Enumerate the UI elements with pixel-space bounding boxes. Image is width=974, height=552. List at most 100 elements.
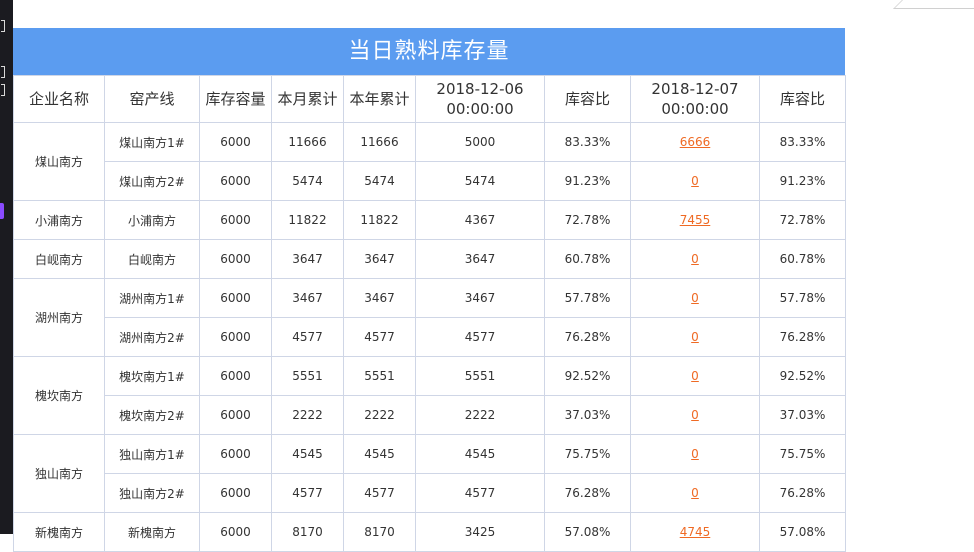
table-row: 独山南方 独山南方1# 6000 4545 4545 4545 75.75% 0 75.75% bbox=[13, 434, 846, 513]
table-row: 槐坎南方2# 6000 2222 2222 2222 37.03% 0 37.03% bbox=[14, 395, 846, 435]
date-2-value-link[interactable]: 0 bbox=[691, 447, 699, 461]
table-row: 煤山南方 煤山南方1# 6000 11666 11666 5000 83.33% 6666 83… bbox=[13, 122, 846, 201]
date-2-value-link[interactable]: 0 bbox=[691, 252, 699, 266]
sidebar-active-indicator[interactable] bbox=[0, 203, 4, 219]
date-2-value-link[interactable]: 0 bbox=[691, 369, 699, 383]
ratio-1-cell: 76.28% bbox=[544, 317, 631, 357]
kiln-line-cell: 煤山南方1# bbox=[104, 122, 200, 162]
capacity-cell: 6000 bbox=[199, 278, 272, 318]
capacity-cell: 6000 bbox=[199, 356, 272, 396]
inventory-report: 当日熟料库存量 企业名称 窑产线 库存容量 本月累计 本年累计 2018-12-… bbox=[13, 28, 846, 552]
capacity-cell: 6000 bbox=[199, 473, 272, 513]
ratio-2-cell: 76.28% bbox=[759, 473, 846, 513]
ratio-2-cell: 92.52% bbox=[759, 356, 846, 396]
date-2-value-link[interactable]: 4745 bbox=[680, 525, 711, 539]
company-name-cell: 湖州南方 bbox=[13, 278, 105, 357]
date-2-value-link[interactable]: 0 bbox=[691, 330, 699, 344]
month-total-cell: 4577 bbox=[271, 473, 344, 513]
date-1-value-cell: 5000 bbox=[415, 122, 545, 162]
ratio-1-cell: 60.78% bbox=[544, 239, 631, 279]
date-2-value-cell: 0 bbox=[630, 278, 760, 318]
ratio-2-cell: 57.08% bbox=[759, 512, 846, 552]
date-1-value-cell: 4545 bbox=[415, 434, 545, 474]
month-total-cell: 3467 bbox=[271, 278, 344, 318]
ratio-2-cell: 75.75% bbox=[759, 434, 846, 474]
corner-decoration bbox=[893, 0, 974, 9]
capacity-cell: 6000 bbox=[199, 395, 272, 435]
date-2-value-link[interactable]: 0 bbox=[691, 408, 699, 422]
month-total-cell: 11666 bbox=[271, 122, 344, 162]
kiln-line-cell: 新槐南方 bbox=[104, 512, 200, 552]
date-2-value-link[interactable]: 7455 bbox=[680, 213, 711, 227]
table-row: 新槐南方 新槐南方 6000 8170 8170 3425 57.08% 4745 57.08% bbox=[13, 512, 846, 552]
date-2-value-link[interactable]: 0 bbox=[691, 174, 699, 188]
month-total-cell: 4545 bbox=[271, 434, 344, 474]
table-row: 湖州南方2# 6000 4577 4577 4577 76.28% 0 76.28% bbox=[14, 317, 846, 357]
kiln-line-cell: 槐坎南方2# bbox=[104, 395, 200, 435]
date-1-value-cell: 3647 bbox=[415, 239, 545, 279]
inventory-table: 企业名称 窑产线 库存容量 本月累计 本年累计 2018-12-06 00:00… bbox=[13, 75, 846, 552]
month-total-cell: 8170 bbox=[271, 512, 344, 552]
date-2-value-cell: 4745 bbox=[630, 512, 760, 552]
ratio-1-cell: 57.08% bbox=[544, 512, 631, 552]
header-date-1: 2018-12-06 00:00:00 bbox=[415, 75, 545, 123]
date-2-value-link[interactable]: 0 bbox=[691, 291, 699, 305]
year-total-cell: 4577 bbox=[343, 317, 416, 357]
table-row: 独山南方2# 6000 4577 4577 4577 76.28% 0 76.28% bbox=[14, 473, 846, 513]
company-name-cell: 煤山南方 bbox=[13, 122, 105, 201]
date-1-value-cell: 5474 bbox=[415, 161, 545, 201]
kiln-line-cell: 湖州南方1# bbox=[104, 278, 200, 318]
ratio-2-cell: 91.23% bbox=[759, 161, 846, 201]
header-capacity: 库存容量 bbox=[199, 75, 272, 123]
date-2-value-cell: 0 bbox=[630, 317, 760, 357]
date-2-value-cell: 0 bbox=[630, 239, 760, 279]
table-row: 湖州南方 湖州南方1# 6000 3467 3467 3467 57.78% 0 57.78% bbox=[13, 278, 846, 357]
year-total-cell: 8170 bbox=[343, 512, 416, 552]
header-ratio-1: 库容比 bbox=[544, 75, 631, 123]
table-body: 煤山南方 煤山南方1# 6000 11666 11666 5000 83.33% 6666 83… bbox=[13, 122, 846, 552]
company-name-cell: 小浦南方 bbox=[13, 200, 105, 240]
ratio-2-cell: 72.78% bbox=[759, 200, 846, 240]
header-ratio-2: 库容比 bbox=[759, 75, 846, 123]
month-total-cell: 5474 bbox=[271, 161, 344, 201]
kiln-line-cell: 独山南方2# bbox=[104, 473, 200, 513]
year-total-cell: 5551 bbox=[343, 356, 416, 396]
date-1-value-cell: 4577 bbox=[415, 317, 545, 357]
capacity-cell: 6000 bbox=[199, 161, 272, 201]
kiln-line-cell: 槐坎南方1# bbox=[104, 356, 200, 396]
ratio-1-cell: 72.78% bbox=[544, 200, 631, 240]
kiln-line-cell: 白岘南方 bbox=[104, 239, 200, 279]
ratio-2-cell: 37.03% bbox=[759, 395, 846, 435]
year-total-cell: 4545 bbox=[343, 434, 416, 474]
kiln-line-cell: 独山南方1# bbox=[104, 434, 200, 474]
year-total-cell: 2222 bbox=[343, 395, 416, 435]
kiln-line-cell: 煤山南方2# bbox=[104, 161, 200, 201]
sidebar-bracket-icon bbox=[1, 84, 5, 96]
sidebar-bracket-icon bbox=[1, 20, 5, 32]
table-row: 白岘南方 白岘南方 6000 3647 3647 3647 60.78% 0 60.78% bbox=[13, 239, 846, 279]
capacity-cell: 6000 bbox=[199, 239, 272, 279]
header-company: 企业名称 bbox=[13, 75, 105, 123]
capacity-cell: 6000 bbox=[199, 200, 272, 240]
date-2-value-link[interactable]: 6666 bbox=[680, 135, 711, 149]
date-2-value-link[interactable]: 0 bbox=[691, 486, 699, 500]
ratio-2-cell: 57.78% bbox=[759, 278, 846, 318]
date-2-value-cell: 0 bbox=[630, 161, 760, 201]
header-year-total: 本年累计 bbox=[343, 75, 416, 123]
year-total-cell: 5474 bbox=[343, 161, 416, 201]
left-sidebar-strip bbox=[0, 0, 13, 534]
date-2-value-cell: 7455 bbox=[630, 200, 760, 240]
ratio-1-cell: 57.78% bbox=[544, 278, 631, 318]
company-name-cell: 独山南方 bbox=[13, 434, 105, 513]
date-2-value-cell: 0 bbox=[630, 356, 760, 396]
table-header-row: 企业名称 窑产线 库存容量 本月累计 本年累计 2018-12-06 00:00… bbox=[13, 75, 846, 123]
ratio-1-cell: 37.03% bbox=[544, 395, 631, 435]
month-total-cell: 2222 bbox=[271, 395, 344, 435]
ratio-2-cell: 60.78% bbox=[759, 239, 846, 279]
year-total-cell: 11666 bbox=[343, 122, 416, 162]
date-1-value-cell: 5551 bbox=[415, 356, 545, 396]
kiln-line-cell: 湖州南方2# bbox=[104, 317, 200, 357]
table-row: 煤山南方2# 6000 5474 5474 5474 91.23% 0 91.23% bbox=[14, 161, 846, 201]
date-2-value-cell: 0 bbox=[630, 395, 760, 435]
year-total-cell: 11822 bbox=[343, 200, 416, 240]
